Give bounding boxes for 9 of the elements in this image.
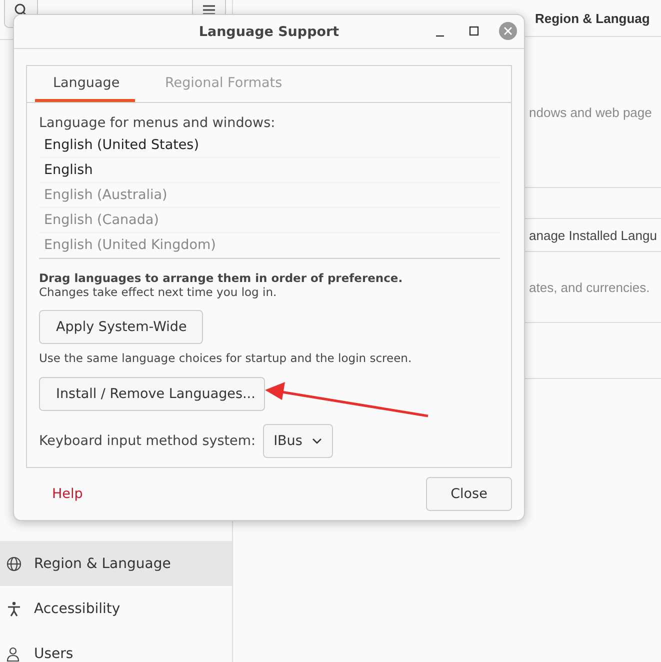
language-label: Language for menus and windows: [39, 115, 276, 131]
startup-note: Use the same language choices for startup and the login screen. [39, 351, 412, 365]
drag-hint: Drag languages to arrange them in order of preference. [39, 271, 403, 285]
setting-text: ndows and web page [529, 104, 652, 120]
keyboard-label: Keyboard input method system: [39, 433, 256, 449]
change-note: Changes take effect next time you log in. [39, 285, 278, 299]
setting-text: ates, and currencies. [529, 280, 650, 294]
panel-title: Region & Languag [535, 10, 650, 26]
window-title: Language Support [198, 24, 340, 40]
